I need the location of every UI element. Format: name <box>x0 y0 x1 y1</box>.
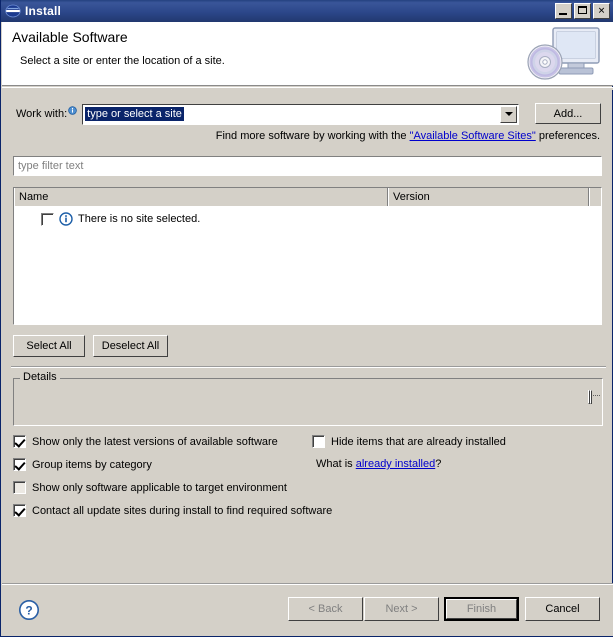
tree-row-name: There is no site selected. <box>78 213 201 225</box>
option-label: Hide items that are already installed <box>331 435 506 448</box>
help-icon[interactable]: ? <box>18 599 40 621</box>
finish-button[interactable]: Finish <box>444 597 519 621</box>
cancel-button[interactable]: Cancel <box>525 597 600 621</box>
add-button[interactable]: Add... <box>535 103 601 124</box>
option-label: Contact all update sites during install … <box>32 504 333 517</box>
title-bar[interactable]: Install ✕ <box>1 0 613 22</box>
tree-header: Name Version <box>14 188 601 206</box>
column-header-name[interactable]: Name <box>14 188 388 206</box>
details-group: Details <box>13 371 603 426</box>
option-group-by-category[interactable]: Group items by category <box>13 458 152 471</box>
option-applicable-to-target[interactable]: Show only software applicable to target … <box>13 481 287 494</box>
details-scrollbar[interactable] <box>588 390 600 415</box>
section-separator <box>11 366 606 368</box>
info-icon <box>59 212 73 226</box>
details-label: Details <box>20 371 60 383</box>
find-more-software-text: Find more software by working with the "… <box>216 130 600 142</box>
page-subtitle: Select a site or enter the location of a… <box>20 55 225 67</box>
available-software-sites-link[interactable]: "Available Software Sites" <box>410 130 536 142</box>
checkbox-hide-installed[interactable] <box>312 435 325 448</box>
maximize-button[interactable] <box>574 3 591 19</box>
work-with-label: Work with: <box>16 108 68 120</box>
install-dialog: Install ✕ Available Software Select a si… <box>0 0 613 637</box>
eclipse-icon <box>5 3 21 19</box>
checkbox-group-by-category[interactable] <box>13 458 26 471</box>
tree-body: There is no site selected. <box>14 206 601 324</box>
scrollbar-thumb-bottom[interactable] <box>590 390 600 404</box>
column-header-version[interactable]: Version <box>388 188 589 206</box>
row-checkbox[interactable] <box>41 212 54 226</box>
dialog-banner: Available Software Select a site or ente… <box>2 22 613 86</box>
option-show-latest-versions[interactable]: Show only the latest versions of availab… <box>13 435 278 448</box>
window-controls: ✕ <box>555 3 610 19</box>
back-button[interactable]: < Back <box>288 597 363 621</box>
select-all-button[interactable]: Select All <box>13 335 85 357</box>
checkbox-show-latest-versions[interactable] <box>13 435 26 448</box>
checkbox-applicable-to-target[interactable] <box>13 481 26 494</box>
tree-row[interactable]: There is no site selected. <box>14 210 601 228</box>
software-tree[interactable]: Name Version There is no site selected. <box>13 187 602 325</box>
find-prefix: Find more software by working with the <box>215 130 410 142</box>
already-installed-link[interactable]: already installed <box>356 458 436 470</box>
what-is-already-installed: What is already installed? <box>316 458 441 470</box>
work-with-combo[interactable]: type or select a site <box>82 103 520 125</box>
option-contact-update-sites[interactable]: Contact all update sites during install … <box>13 504 332 517</box>
work-with-input[interactable]: type or select a site <box>84 106 499 123</box>
filter-placeholder: type filter text <box>18 160 84 172</box>
column-header-filler <box>589 188 601 206</box>
deselect-all-button[interactable]: Deselect All <box>93 335 168 357</box>
info-icon <box>68 105 77 115</box>
minimize-button[interactable] <box>555 3 572 19</box>
option-label: Group items by category <box>32 458 152 471</box>
next-button[interactable]: Next > <box>364 597 439 621</box>
close-icon[interactable]: ✕ <box>593 3 610 19</box>
dialog-footer: ? < Back Next > Finish Cancel <box>2 585 613 636</box>
window-title: Install <box>25 4 62 18</box>
monitor-cd-icon <box>523 24 605 84</box>
svg-text:?: ? <box>25 603 32 617</box>
what-is-prefix: What is <box>316 458 356 470</box>
work-with-row: Work with: type or select a site <box>16 103 601 125</box>
page-title: Available Software <box>12 29 128 45</box>
chevron-down-icon[interactable] <box>500 105 518 123</box>
option-label: Show only software applicable to target … <box>32 481 287 494</box>
option-hide-installed[interactable]: Hide items that are already installed <box>312 435 506 448</box>
option-label: Show only the latest versions of availab… <box>32 435 278 448</box>
find-suffix: preferences. <box>535 130 600 142</box>
filter-input[interactable]: type filter text <box>13 156 602 176</box>
checkbox-contact-update-sites[interactable] <box>13 504 26 517</box>
dialog-body: Work with: type or select a site Add... … <box>2 90 613 580</box>
finish-button-label: Finish <box>446 599 517 619</box>
what-is-suffix: ? <box>435 458 442 470</box>
work-with-value[interactable]: type or select a site <box>85 107 184 121</box>
